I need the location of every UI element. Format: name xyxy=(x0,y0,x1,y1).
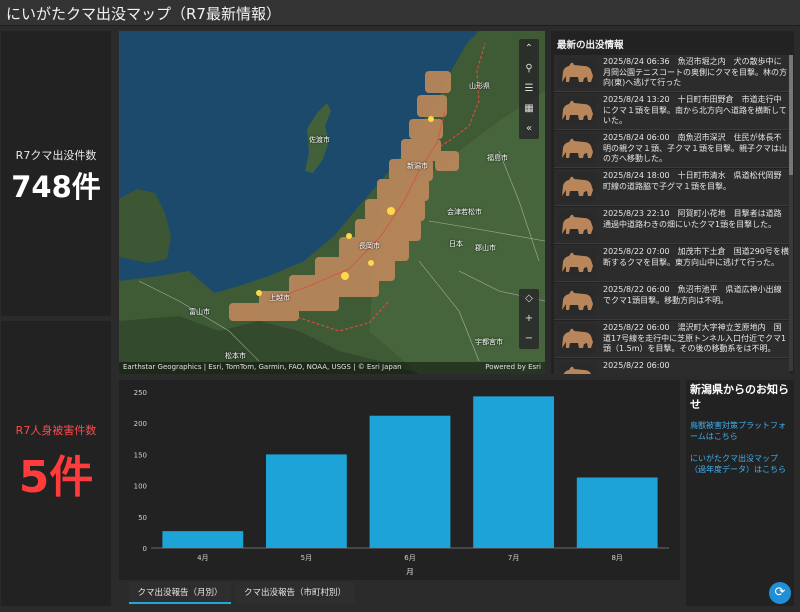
sighting-item[interactable]: 2025/8/23 22:10 阿賀町小花地 目撃者は道路通過中道路わきの畑にい… xyxy=(554,207,790,244)
bar xyxy=(369,415,451,548)
prefecture-notice-panel: 新潟県からのお知らせ 鳥獣被害対策プラットフォームはこちら にいがたクマ出没マッ… xyxy=(686,380,794,606)
map-label-koriyama: 郡山市 xyxy=(475,244,496,252)
sighting-text: 2025/8/22 07:00 加茂市下土倉 国道290号を横断するクマを目撃。… xyxy=(603,247,789,267)
sighting-text: 2025/8/24 06:36 魚沼市堀之内 犬の散歩中に月岡公園テニスコートの… xyxy=(603,57,787,87)
y-tick-label: 100 xyxy=(134,483,147,491)
map-zoom-controls: ◇ + − xyxy=(519,289,539,349)
bear-icon xyxy=(558,286,596,316)
x-tick-label: 8月 xyxy=(611,554,622,562)
x-axis-label: 月 xyxy=(406,567,414,576)
sighting-item[interactable]: 2025/8/22 06:00 魚沼市池平 県道広神小出線でクマ1頭目撃。移動方… xyxy=(554,283,790,320)
map-attribution: Earthstar Geographics | Esri, TomTom, Ga… xyxy=(119,362,545,374)
bar xyxy=(265,454,347,548)
bar xyxy=(473,396,555,548)
map-label-sado: 佐渡市 xyxy=(309,136,330,144)
bear-icon xyxy=(558,58,596,88)
tab-city-report[interactable]: クマ出没報告（市町村別） xyxy=(235,582,355,604)
page-title: にいがたクマ出没マップ（R7最新情報） xyxy=(6,5,281,23)
feed-scrollbar[interactable] xyxy=(789,55,793,371)
y-tick-label: 250 xyxy=(134,389,147,397)
sighting-item[interactable]: 2025/8/24 06:00 南魚沼市深沢 住民が体長不明の親クマ１頭、子クマ… xyxy=(554,131,790,168)
map-label-niigata: 新潟市 xyxy=(407,162,428,170)
bear-icon xyxy=(558,210,596,240)
sighting-text: 2025/8/22 06:00 湯沢町大字神立芝原地内 国道17号線を走行中に芝… xyxy=(603,323,787,353)
sighting-count-label: R7クマ出没件数 xyxy=(15,149,97,162)
sighting-text: 2025/8/22 06:00 魚沼市池平 県道広神小出線でクマ1頭目撃。移動方… xyxy=(603,285,782,305)
sighting-map[interactable]: 新潟市 山形県 佐渡市 日本 長岡市 富山市 松本市 上越市 宇都宮市 福島市 … xyxy=(119,31,545,374)
sighting-text: 2025/8/24 06:00 南魚沼市深沢 住民が体長不明の親クマ１頭、子クマ… xyxy=(603,133,787,163)
bar xyxy=(576,477,658,548)
injury-count-label: R7人身被害件数 xyxy=(15,424,97,437)
bear-icon xyxy=(558,172,596,202)
x-tick-label: 6月 xyxy=(404,554,415,562)
past-map-link[interactable]: にいがたクマ出没マップ（過年度データ）はこちら xyxy=(690,453,792,475)
zoom-out-icon[interactable]: − xyxy=(519,329,539,349)
y-tick-label: 150 xyxy=(134,451,147,459)
latest-sightings-title: 最新の出没情報 xyxy=(557,40,624,51)
x-tick-label: 4月 xyxy=(197,554,208,562)
list-icon[interactable]: ☰ xyxy=(519,79,539,99)
map-label-joetsu: 上越市 xyxy=(269,294,290,302)
monthly-bar-chart: 0 50 100 150 200 250 4月 5月 6月 7月 8月月 xyxy=(134,389,669,576)
bear-icon xyxy=(558,324,596,354)
sighting-text: 2025/8/22 06:00 xyxy=(603,361,670,370)
bear-icon xyxy=(558,96,596,126)
map-label-japan: 日本 xyxy=(449,240,463,248)
x-tick-label: 7月 xyxy=(508,554,519,562)
attribution-text: Earthstar Geographics | Esri, TomTom, Ga… xyxy=(123,363,402,371)
map-label-utsunomiya: 宇都宮市 xyxy=(475,338,503,346)
bar xyxy=(162,531,244,548)
y-tick-label: 0 xyxy=(143,545,147,553)
map-label-toyama: 富山市 xyxy=(189,308,210,316)
sighting-item[interactable]: 2025/8/22 06:00 湯沢町大字神立芝原地内 国道17号線を走行中に芝… xyxy=(554,321,790,358)
locate-icon[interactable]: ◇ xyxy=(519,289,539,309)
platform-link[interactable]: 鳥獣被害対策プラットフォームはこちら xyxy=(690,420,792,442)
monthly-chart-panel: 0 50 100 150 200 250 4月 5月 6月 7月 8月月 xyxy=(119,380,680,580)
zoom-in-icon[interactable]: + xyxy=(519,309,539,329)
refresh-icon: ⟳ xyxy=(774,585,786,600)
feed-scrollbar-thumb[interactable] xyxy=(789,55,793,175)
sighting-item[interactable]: 2025/8/24 06:36 魚沼市堀之内 犬の散歩中に月岡公園テニスコートの… xyxy=(554,55,790,92)
tab-monthly-report[interactable]: クマ出没報告（月別） xyxy=(129,582,231,604)
sighting-item[interactable]: 2025/8/22 07:00 加茂市下土倉 国道290号を横断するクマを目撃。… xyxy=(554,245,790,282)
refresh-button[interactable]: ⟳ xyxy=(769,582,791,604)
injury-count-panel: R7人身被害件数 5件 xyxy=(1,321,111,606)
bear-sighting-count-panel: R7クマ出没件数 748件 xyxy=(1,31,111,316)
bear-icon xyxy=(558,362,596,374)
sighting-item[interactable]: 2025/8/24 18:00 十日町市清水 県道松代岡野町線の道路脇で子グマ１… xyxy=(554,169,790,206)
collapse-icon[interactable]: « xyxy=(519,119,539,139)
map-label-aizuwakamatsu: 会津若松市 xyxy=(447,208,482,216)
x-tick-label: 5月 xyxy=(301,554,312,562)
expand-icon[interactable]: ⌃ xyxy=(519,39,539,59)
bear-icon xyxy=(558,248,596,278)
map-label-yamagata: 山形県 xyxy=(469,82,490,90)
notice-title: 新潟県からのお知らせ xyxy=(690,383,789,411)
powered-by-esri[interactable]: Powered by Esri xyxy=(485,363,541,371)
sighting-text: 2025/8/24 13:20 十日町市田野倉 市道走行中にクマ１頭を目撃。南か… xyxy=(603,95,787,125)
search-icon[interactable]: ⚲ xyxy=(519,59,539,79)
sighting-item[interactable]: 2025/8/22 06:00 xyxy=(554,359,790,374)
map-label-matsumoto: 松本市 xyxy=(225,352,246,360)
injury-count-value: 5件 xyxy=(18,452,94,503)
map-label-fukushima: 福島市 xyxy=(487,154,508,162)
y-tick-label: 200 xyxy=(134,420,147,428)
sighting-item[interactable]: 2025/8/24 13:20 十日町市田野倉 市道走行中にクマ１頭を目撃。南か… xyxy=(554,93,790,130)
map-toolbar: ⌃ ⚲ ☰ ▦ « xyxy=(519,39,539,139)
bear-icon xyxy=(558,134,596,164)
sighting-list: 2025/8/24 06:36 魚沼市堀之内 犬の散歩中に月岡公園テニスコートの… xyxy=(554,55,790,374)
layers-icon[interactable]: ▦ xyxy=(519,99,539,119)
sighting-text: 2025/8/24 18:00 十日町市清水 県道松代岡野町線の道路脇で子グマ１… xyxy=(603,171,782,191)
sighting-text: 2025/8/23 22:10 阿賀町小花地 目撃者は道路通過中道路わきの畑にい… xyxy=(603,209,782,229)
sighting-count-value: 748件 xyxy=(11,170,101,204)
app-header: にいがたクマ出没マップ（R7最新情報） xyxy=(0,0,800,26)
map-label-nagaoka: 長岡市 xyxy=(359,242,380,250)
y-tick-label: 50 xyxy=(138,514,147,522)
latest-sightings-panel: 最新の出没情報 2025/8/24 06:36 魚沼市堀之内 犬の散歩中に月岡公… xyxy=(551,31,794,374)
